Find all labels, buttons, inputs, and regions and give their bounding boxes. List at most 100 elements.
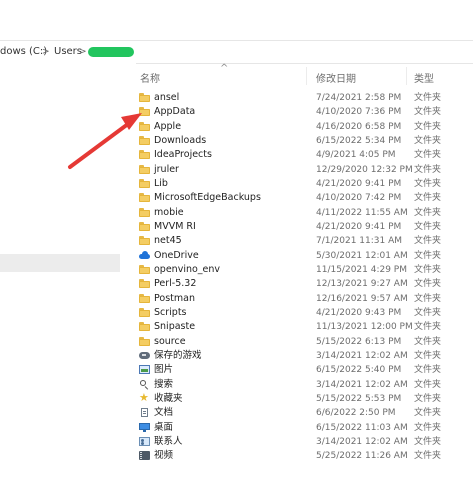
file-row[interactable]: ansel 7/24/2021 2:58 PM 文件夹 [136, 91, 473, 105]
modified-date: 12/29/2020 12:32 PM [316, 165, 413, 175]
column-divider[interactable] [306, 67, 307, 85]
folder-icon [139, 222, 150, 231]
folder-icon [139, 308, 150, 317]
folder-icon [139, 337, 150, 346]
file-row[interactable]: Perl-5.32 12/13/2021 9:27 AM 文件夹 [136, 277, 473, 291]
users-breadcrumb[interactable]: Users [54, 41, 82, 63]
file-row[interactable]: MicrosoftEdgeBackups 4/10/2020 7:42 PM 文… [136, 191, 473, 205]
file-name: source [154, 336, 186, 347]
file-name: Downloads [154, 135, 207, 146]
modified-date: 11/15/2021 4:29 PM [316, 265, 407, 275]
file-type: 文件夹 [414, 107, 442, 117]
file-type: 文件夹 [414, 394, 442, 404]
modified-date: 5/25/2022 11:26 AM [316, 451, 408, 461]
file-row[interactable]: 收藏夹 5/15/2022 5:53 PM 文件夹 [136, 391, 473, 406]
file-row[interactable]: 图片 6/15/2022 5:40 PM 文件夹 [136, 363, 473, 377]
file-row[interactable]: Postman 12/16/2021 9:57 AM 文件夹 [136, 292, 473, 306]
file-row[interactable]: 联系人 3/14/2021 12:02 AM 文件夹 [136, 435, 473, 449]
file-row[interactable]: 文档 6/6/2022 2:50 PM 文件夹 [136, 406, 473, 420]
file-row[interactable]: 桌面 6/15/2022 11:03 AM 文件夹 [136, 421, 473, 435]
file-name: Snipaste [154, 321, 196, 332]
file-name: Perl-5.32 [154, 278, 197, 289]
file-name: openvino_env [154, 264, 221, 275]
folder-icon [139, 93, 150, 102]
file-name: 联系人 [154, 436, 183, 447]
folder-icon [139, 208, 150, 217]
modified-date: 4/21/2020 9:41 PM [316, 179, 402, 189]
selected-navigation-item[interactable] [0, 254, 120, 272]
modified-date: 4/10/2020 7:42 PM [316, 193, 402, 203]
file-row[interactable]: net45 7/1/2021 11:31 AM 文件夹 [136, 234, 473, 248]
modified-date-column-header[interactable]: 修改日期 [316, 70, 356, 85]
file-explorer-window: dows (C:) > Users > ^ 名称 修改日期 类型 ansel 7… [0, 0, 473, 477]
folder-icon [139, 322, 150, 331]
file-name: ansel [154, 92, 180, 103]
modified-date: 5/30/2021 12:01 AM [316, 251, 408, 261]
onedrive-cloud-icon [139, 251, 150, 260]
navigation-pane[interactable] [0, 63, 136, 477]
file-name: 收藏夹 [154, 393, 183, 404]
file-type: 文件夹 [414, 365, 442, 375]
modified-date: 5/15/2022 5:53 PM [316, 394, 402, 404]
file-type: 文件夹 [414, 265, 442, 275]
file-row[interactable]: IdeaProjects 4/9/2021 4:05 PM 文件夹 [136, 148, 473, 162]
file-name: 搜索 [154, 379, 174, 390]
type-column-header[interactable]: 类型 [414, 70, 434, 85]
file-row[interactable]: Scripts 4/21/2020 9:43 PM 文件夹 [136, 306, 473, 320]
folder-icon [139, 136, 150, 145]
file-name: Postman [154, 293, 195, 304]
column-headers: ^ 名称 修改日期 类型 [136, 63, 473, 87]
file-type: 文件夹 [414, 451, 442, 461]
column-divider[interactable] [406, 67, 407, 85]
file-type: 文件夹 [414, 208, 442, 218]
modified-date: 6/15/2022 11:03 AM [316, 423, 408, 433]
file-row[interactable]: Lib 4/21/2020 9:41 PM 文件夹 [136, 177, 473, 191]
drive-breadcrumb[interactable]: dows (C:) [0, 41, 47, 63]
file-row[interactable]: 保存的游戏 3/14/2021 12:02 AM 文件夹 [136, 349, 473, 363]
file-type: 文件夹 [414, 150, 442, 160]
file-type: 文件夹 [414, 179, 442, 189]
folder-icon [139, 279, 150, 288]
modified-date: 5/15/2022 6:13 PM [316, 337, 402, 347]
file-row[interactable]: 视频 5/25/2022 11:26 AM 文件夹 [136, 449, 473, 463]
address-bar[interactable]: dows (C:) > Users > [0, 40, 473, 64]
folder-icon [139, 122, 150, 131]
file-type: 文件夹 [414, 279, 442, 289]
modified-date: 12/16/2021 9:57 AM [316, 294, 408, 304]
sort-ascending-icon: ^ [220, 63, 229, 74]
file-row[interactable]: Downloads 6/15/2022 5:34 PM 文件夹 [136, 134, 473, 148]
modified-date: 11/13/2021 12:00 PM [316, 322, 413, 332]
file-name: mobie [154, 207, 184, 218]
file-row[interactable]: MVVM RI 4/21/2020 9:41 PM 文件夹 [136, 220, 473, 234]
file-row[interactable]: source 5/15/2022 6:13 PM 文件夹 [136, 335, 473, 349]
file-name: 文档 [154, 407, 174, 418]
modified-date: 6/15/2022 5:40 PM [316, 365, 402, 375]
file-row[interactable]: mobie 4/11/2022 11:55 AM 文件夹 [136, 206, 473, 220]
file-list[interactable]: ansel 7/24/2021 2:58 PM 文件夹 AppData 4/10… [136, 86, 473, 472]
file-row[interactable]: jruler 12/29/2020 12:32 PM 文件夹 [136, 163, 473, 177]
modified-date: 3/14/2021 12:02 AM [316, 351, 408, 361]
folder-icon [139, 150, 150, 159]
name-column-header[interactable]: 名称 [140, 70, 160, 85]
file-row[interactable]: Snipaste 11/13/2021 12:00 PM 文件夹 [136, 320, 473, 334]
file-type: 文件夹 [414, 308, 442, 318]
file-row[interactable]: openvino_env 11/15/2021 4:29 PM 文件夹 [136, 263, 473, 277]
file-name: OneDrive [154, 250, 199, 261]
file-type: 文件夹 [414, 322, 442, 332]
file-row[interactable]: 搜索 3/14/2021 12:02 AM 文件夹 [136, 378, 473, 392]
folder-icon [139, 236, 150, 245]
desktop-icon [139, 423, 150, 432]
file-name: Apple [154, 121, 182, 132]
modified-date: 4/16/2020 6:58 PM [316, 122, 402, 132]
file-row[interactable]: OneDrive 5/30/2021 12:01 AM 文件夹 [136, 249, 473, 263]
video-icon [139, 451, 150, 460]
file-type: 文件夹 [414, 337, 442, 347]
modified-date: 12/13/2021 9:27 AM [316, 279, 408, 289]
file-row[interactable]: Apple 4/16/2020 6:58 PM 文件夹 [136, 120, 473, 134]
folder-icon [139, 193, 150, 202]
redacted-user-breadcrumb[interactable] [88, 47, 134, 57]
file-row[interactable]: AppData 4/10/2020 7:36 PM 文件夹 [136, 105, 473, 119]
modified-date: 7/24/2021 2:58 PM [316, 93, 402, 103]
modified-date: 4/9/2021 4:05 PM [316, 150, 396, 160]
file-type: 文件夹 [414, 408, 442, 418]
